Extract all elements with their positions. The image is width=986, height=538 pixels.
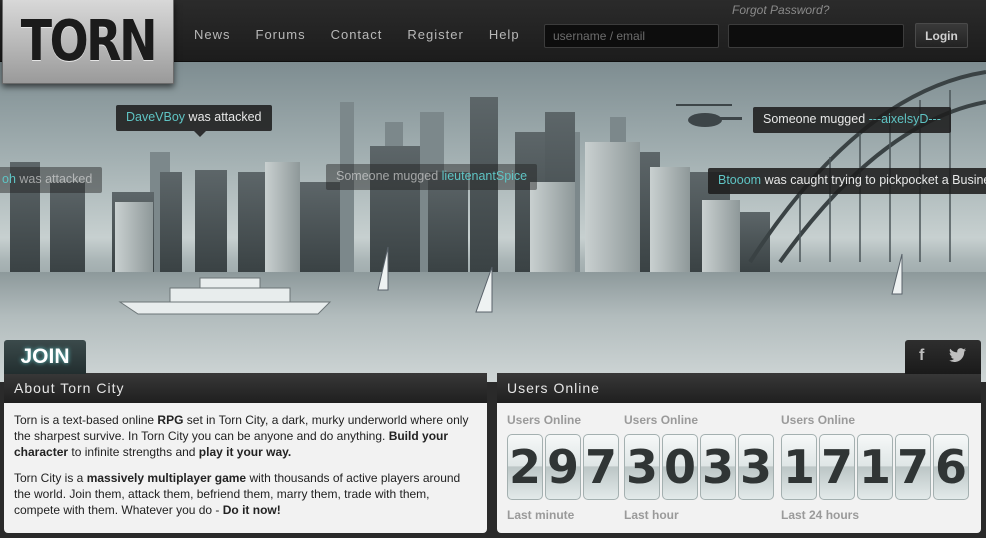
counter-digit: 3	[624, 434, 660, 500]
event-player-link[interactable]: oh	[2, 172, 16, 186]
about-body: Torn is a text-based online RPG set in T…	[4, 403, 487, 533]
event-text: was attacked	[185, 110, 262, 124]
about-bold: Do it now!	[222, 503, 281, 517]
torn-logo[interactable]: TORN	[2, 0, 174, 84]
about-paragraph-2: Torn City is a massively multiplayer gam…	[14, 470, 477, 518]
city-banner: DaveVBoy was attacked oh was attacked So…	[0, 62, 986, 382]
counter-period-label: Last minute	[507, 508, 575, 522]
counter-digit: 7	[819, 434, 855, 500]
users-online-counter: Users Online 2 9 7 Last minute	[507, 413, 621, 522]
event-player-link[interactable]: Btooom	[718, 173, 761, 187]
counter-label: Users Online	[624, 413, 699, 427]
nav-contact[interactable]: Contact	[331, 27, 383, 42]
event-bubble-attack: DaveVBoy was attacked	[116, 105, 272, 137]
username-input[interactable]	[544, 24, 719, 48]
users-online-counter: Users Online 3 0 3 3 Last hour	[624, 413, 776, 522]
counter-digit: 2	[507, 434, 543, 500]
social-links: f	[905, 340, 981, 374]
counter-label: Users Online	[507, 413, 582, 427]
nav-forums[interactable]: Forums	[256, 27, 306, 42]
nav-help[interactable]: Help	[489, 27, 520, 42]
counter-digits: 17176	[781, 434, 971, 500]
counter-digit: 7	[895, 434, 931, 500]
about-bold: RPG	[157, 413, 184, 427]
about-bold: massively multiplayer game	[86, 471, 247, 485]
counter-digit: 1	[857, 434, 893, 500]
login-button[interactable]: Login	[915, 23, 968, 48]
about-title: About Torn City	[4, 373, 487, 403]
counter-digit: 3	[738, 434, 774, 500]
about-bold: play it your way.	[198, 445, 292, 459]
event-text: was caught trying to pickpocket a Busine…	[761, 173, 986, 187]
password-input[interactable]	[728, 24, 904, 48]
counter-digit: 3	[700, 434, 736, 500]
event-text: Someone mugged	[336, 169, 442, 183]
counter-digits: 3033	[624, 434, 776, 500]
event-bubble-pickpocket: Btooom was caught trying to pickpocket a…	[708, 168, 986, 194]
event-bubble-mug: Someone mugged ---aixelsyD---	[753, 107, 951, 133]
counter-period-label: Last 24 hours	[781, 508, 860, 522]
facebook-icon[interactable]: f	[919, 347, 924, 365]
counter-digit: 7	[583, 434, 619, 500]
event-player-link[interactable]: DaveVBoy	[126, 110, 185, 124]
event-player-link[interactable]: lieutenantSpice	[442, 169, 527, 183]
event-player-link[interactable]: ---aixelsyD---	[869, 112, 941, 126]
join-label: JOIN	[20, 345, 70, 368]
users-online-counter: Users Online 1 7 1 7 6 Last 24 hours	[781, 413, 971, 522]
counter-label: Users Online	[781, 413, 856, 427]
event-text: Someone mugged	[763, 112, 869, 126]
bubble-tail	[193, 131, 206, 137]
event-text: was attacked	[15, 172, 93, 186]
forgot-password-link[interactable]: Forgot Password?	[732, 3, 829, 17]
join-button[interactable]: JOIN	[4, 340, 86, 374]
counter-digit: 1	[781, 434, 817, 500]
about-paragraph-1: Torn is a text-based online RPG set in T…	[14, 412, 477, 460]
about-text: Torn City is a	[14, 471, 87, 485]
top-header: TORN News Forums Contact Register Help F…	[0, 0, 986, 84]
counter-digits: 297	[507, 434, 621, 500]
counter-period-label: Last hour	[624, 508, 679, 522]
counter-digit: 0	[662, 434, 698, 500]
event-bubble-mug-faded: Someone mugged lieutenantSpice	[326, 164, 538, 190]
users-online-panel: Users Online Users Online 2 9 7 Last minute U…	[497, 373, 981, 533]
counter-digit: 9	[545, 434, 581, 500]
nav-register[interactable]: Register	[407, 27, 463, 42]
twitter-icon[interactable]	[949, 348, 966, 367]
event-bubble-attack-faded: oh was attacked	[0, 167, 103, 193]
about-text: Torn is a text-based online	[14, 413, 158, 427]
logo-text: TORN	[20, 9, 158, 74]
main-nav: News Forums Contact Register Help	[194, 27, 545, 42]
about-text: to infinite strengths and	[68, 445, 199, 459]
users-online-title: Users Online	[497, 373, 981, 403]
counter-digit: 6	[933, 434, 969, 500]
nav-news[interactable]: News	[194, 27, 231, 42]
about-panel: About Torn City Torn is a text-based onl…	[4, 373, 487, 533]
